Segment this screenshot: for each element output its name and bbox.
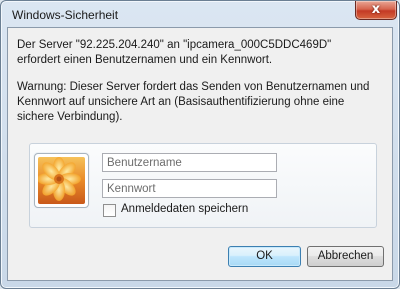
remember-credentials-label: Anmeldedaten speichern	[121, 203, 249, 215]
user-tile	[34, 153, 89, 208]
username-field[interactable]	[102, 153, 277, 172]
cancel-button[interactable]: Abbrechen	[307, 246, 384, 267]
close-icon: x	[371, 2, 381, 17]
warning-message: Warnung: Dieser Server fordert das Sende…	[17, 81, 370, 123]
password-field[interactable]	[102, 179, 277, 198]
close-button[interactable]: x	[355, 1, 397, 20]
window-title: Windows-Sicherheit	[12, 8, 119, 22]
server-message: Der Server "92.225.204.240" an "ipcamera…	[17, 39, 332, 66]
user-tile-flower-icon	[38, 157, 85, 204]
ok-button[interactable]: OK	[228, 246, 301, 267]
remember-credentials-checkbox[interactable]	[103, 204, 116, 217]
